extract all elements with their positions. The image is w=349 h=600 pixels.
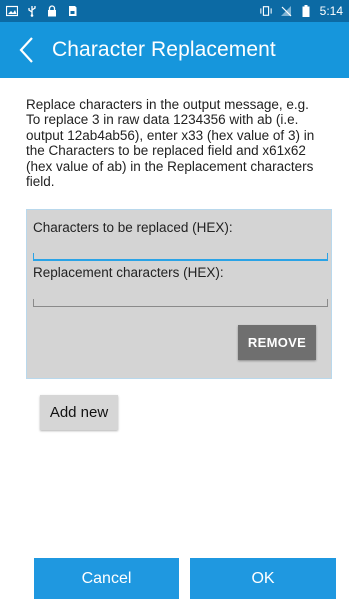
sd-card-icon [69, 6, 77, 16]
remove-button[interactable]: REMOVE [238, 325, 316, 360]
status-icons-right: 5:14 [259, 4, 343, 18]
cancel-button[interactable]: Cancel [34, 558, 179, 599]
image-icon [6, 5, 18, 17]
replacement-rule-panel: Characters to be replaced (HEX): Replace… [26, 209, 332, 379]
replacement-chars-label: Replacement characters (HEX): [33, 265, 224, 280]
status-bar: 5:14 [0, 0, 349, 22]
page-title: Character Replacement [52, 38, 276, 61]
no-signal-icon [280, 6, 292, 17]
ok-button[interactable]: OK [190, 558, 336, 599]
back-chevron-icon [19, 37, 33, 63]
battery-icon [302, 5, 310, 17]
back-button[interactable] [0, 22, 52, 78]
status-icons-left [6, 5, 78, 17]
replaced-chars-label: Characters to be replaced (HEX): [33, 220, 233, 235]
vibrate-icon [259, 6, 272, 16]
description-text: Replace characters in the output message… [26, 97, 315, 190]
usb-icon [28, 6, 36, 17]
add-new-button[interactable]: Add new [40, 395, 118, 430]
replaced-chars-underline [33, 253, 328, 261]
status-time: 5:14 [319, 4, 343, 18]
lock-icon [48, 5, 56, 17]
app-bar: Character Replacement [0, 22, 349, 78]
replacement-chars-underline [33, 299, 328, 307]
